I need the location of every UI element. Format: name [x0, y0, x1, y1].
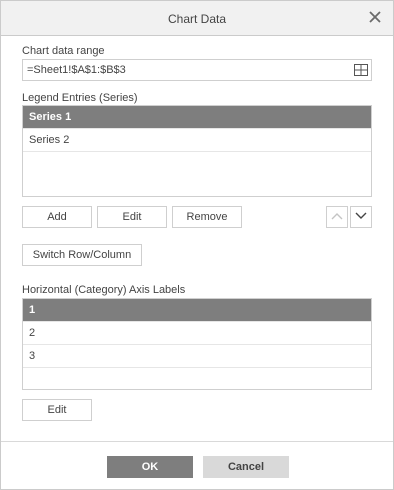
edit-series-button[interactable]: Edit	[97, 206, 167, 228]
cancel-button[interactable]: Cancel	[203, 456, 289, 478]
list-item-axis-2[interactable]: 2	[23, 322, 371, 345]
dialog-titlebar: Chart Data	[1, 1, 393, 36]
grid-icon[interactable]	[350, 60, 371, 80]
legend-entries-label: Legend Entries (Series)	[22, 92, 138, 104]
move-down-button[interactable]	[350, 206, 372, 228]
chevron-down-icon	[355, 211, 367, 223]
list-item-series-2[interactable]: Series 2	[23, 129, 371, 152]
list-item-axis-1[interactable]: 1	[23, 299, 371, 322]
add-series-button[interactable]: Add	[22, 206, 92, 228]
chart-data-dialog: Chart Data Chart data range Legend Entri…	[0, 0, 394, 490]
footer-divider	[1, 441, 393, 442]
list-item-series-1[interactable]: Series 1	[23, 106, 371, 129]
switch-row-column-button[interactable]: Switch Row/Column	[22, 244, 142, 266]
data-range-input[interactable]	[22, 59, 372, 81]
move-up-button[interactable]	[326, 206, 348, 228]
axis-labels-list: 1 2 3	[22, 298, 372, 390]
data-range-label: Chart data range	[22, 45, 105, 57]
dialog-title: Chart Data	[167, 12, 227, 26]
ok-button[interactable]: OK	[107, 456, 193, 478]
axis-labels-label: Horizontal (Category) Axis Labels	[22, 284, 186, 296]
remove-series-button[interactable]: Remove	[172, 206, 242, 228]
list-item-axis-3[interactable]: 3	[23, 345, 371, 368]
edit-axis-labels-button[interactable]: Edit	[22, 399, 92, 421]
close-icon[interactable]	[367, 9, 383, 25]
chevron-up-icon	[331, 211, 343, 223]
legend-entries-list: Series 1 Series 2	[22, 105, 372, 197]
